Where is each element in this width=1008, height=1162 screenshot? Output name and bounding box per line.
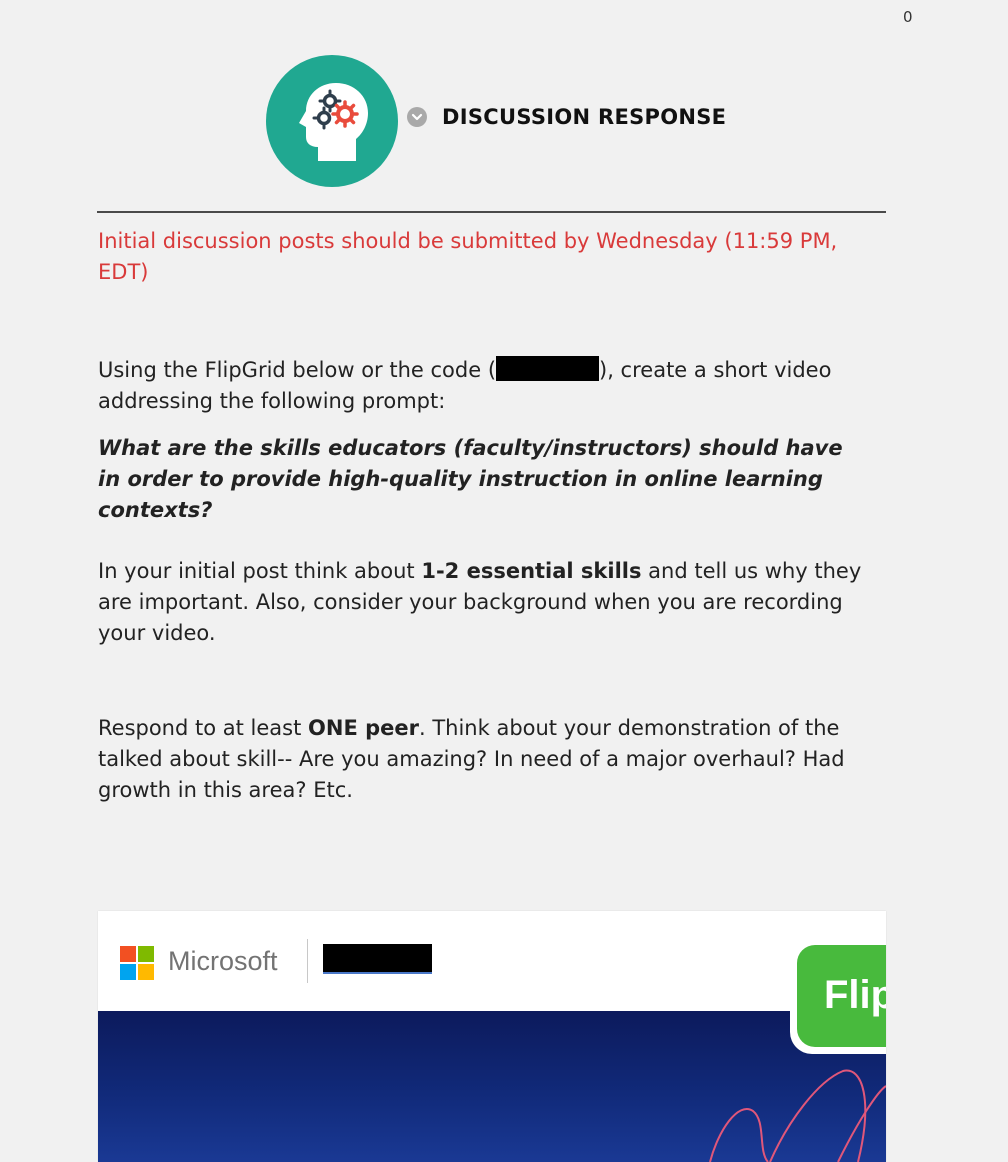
discussion-body: Initial discussion posts should be submi… <box>98 226 868 806</box>
instructions-paragraph: Using the FlipGrid below or the code (),… <box>98 355 868 417</box>
redacted-link[interactable] <box>323 944 432 972</box>
microsoft-logo-icon <box>120 946 154 980</box>
head-gears-graphic <box>299 83 368 161</box>
initial-post-paragraph: In your initial post think about 1-2 ess… <box>98 556 868 649</box>
redacted-code <box>496 356 600 381</box>
deadline-notice: Initial discussion posts should be submi… <box>98 229 838 284</box>
respond-emphasis: ONE peer <box>308 716 419 740</box>
discussion-prompt: What are the skills educators (faculty/i… <box>98 436 843 522</box>
flipgrid-video-area[interactable] <box>98 1011 886 1162</box>
respond-text-start: Respond to at least <box>98 716 309 740</box>
head-gears-icon <box>266 55 398 187</box>
redacted-link-underline <box>323 972 432 974</box>
chevron-down-icon <box>411 113 423 121</box>
decorative-swirl-icon <box>709 1069 886 1162</box>
reply-counter: 0 <box>903 8 913 26</box>
logo-square-yellow <box>138 964 154 980</box>
brand-divider <box>307 939 308 983</box>
microsoft-brand-text: Microsoft <box>168 946 278 976</box>
flip-badge-text: Flip <box>824 973 886 1017</box>
flip-badge-fill: Flip <box>797 945 886 1047</box>
logo-square-green <box>138 946 154 962</box>
options-dropdown-button[interactable] <box>407 107 427 127</box>
instructions-text-start: Using the FlipGrid below or the code ( <box>98 358 497 382</box>
discussion-header: DISCUSSION RESPONSE <box>266 55 886 187</box>
initial-post-emphasis: 1-2 essential skills <box>421 559 642 583</box>
flipgrid-embed[interactable]: Microsoft Flip <box>98 911 886 1162</box>
flip-app-badge[interactable]: Flip <box>790 938 886 1054</box>
logo-square-red <box>120 946 136 962</box>
respond-paragraph: Respond to at least ONE peer. Think abou… <box>98 713 868 806</box>
logo-square-blue <box>120 964 136 980</box>
header-divider <box>97 211 886 213</box>
page-title: DISCUSSION RESPONSE <box>442 105 727 129</box>
initial-post-text-start: In your initial post think about <box>98 559 422 583</box>
